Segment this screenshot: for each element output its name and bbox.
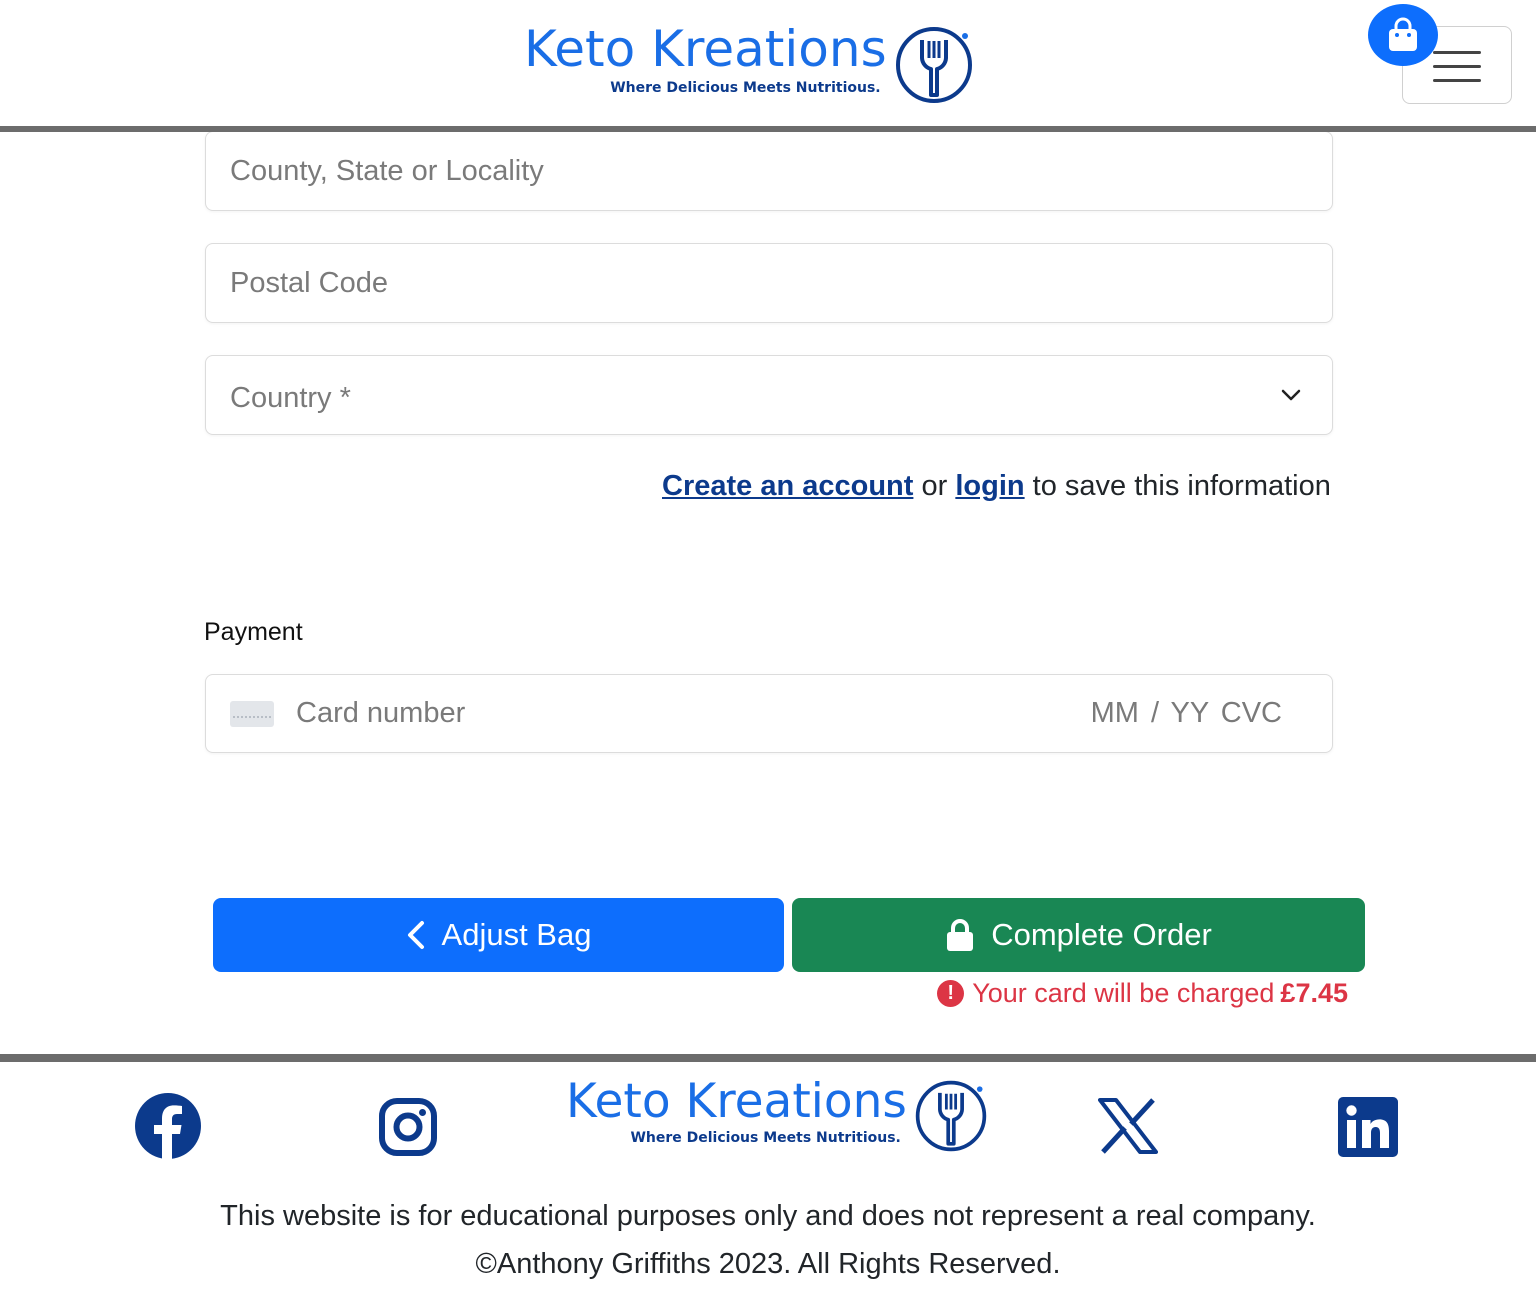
facebook-icon[interactable]: [134, 1092, 202, 1160]
chevron-down-icon: [1281, 389, 1301, 401]
chevron-left-icon: [407, 921, 424, 949]
lock-icon: [947, 919, 974, 951]
site-header: Keto Kreations Where Delicious Meets Nut…: [0, 0, 1536, 132]
menu-bar: [1433, 79, 1481, 82]
shopping-bag-button[interactable]: [1368, 4, 1438, 66]
postal-code-input[interactable]: [206, 244, 1332, 322]
logo-text: Keto Kreations Where Delicious Meets Nut…: [524, 20, 887, 96]
exclamation-circle-icon: !: [937, 980, 965, 1007]
logo-tagline: Where Delicious Meets Nutritious.: [610, 80, 881, 96]
postal-code-field[interactable]: [205, 243, 1333, 323]
footer-disclaimer: This website is for educational purposes…: [220, 1200, 1316, 1232]
account-prompt: Create an account or login to save this …: [662, 470, 1331, 503]
charge-text: Your card will be charged: [972, 978, 1275, 1008]
x-twitter-icon[interactable]: [1098, 1098, 1158, 1154]
credit-card-icon: [230, 701, 274, 727]
adjust-bag-button[interactable]: Adjust Bag: [213, 898, 784, 972]
create-account-link[interactable]: Create an account: [662, 470, 913, 502]
footer-logo-text: Keto Kreations Where Delicious Meets Nut…: [566, 1074, 907, 1146]
account-prompt-suffix: to save this information: [1032, 470, 1331, 502]
complete-order-button[interactable]: Complete Order: [792, 898, 1365, 972]
card-expiry-cvc-input[interactable]: MM / YY CVC: [1091, 697, 1282, 730]
footer-logo-title: Keto Kreations: [566, 1074, 907, 1129]
shopping-bag-icon: [1389, 17, 1417, 51]
instagram-icon[interactable]: [378, 1097, 438, 1157]
country-select-value: Country *: [230, 382, 351, 414]
charge-warning: ! Your card will be charged £7.45: [937, 978, 1348, 1009]
menu-bar: [1433, 51, 1481, 54]
country-select[interactable]: Country *: [205, 355, 1333, 435]
footer-copyright: ©Anthony Griffiths 2023. All Rights Rese…: [475, 1248, 1061, 1280]
card-number-input[interactable]: Card number: [296, 697, 465, 730]
logo-title: Keto Kreations: [524, 20, 887, 78]
adjust-bag-label: Adjust Bag: [441, 917, 592, 952]
linkedin-icon[interactable]: [1338, 1097, 1398, 1157]
fork-logo-icon: [915, 1080, 987, 1152]
fork-logo-icon: [895, 27, 972, 103]
card-element[interactable]: Card number MM / YY CVC: [205, 674, 1333, 753]
footer-logo-tagline: Where Delicious Meets Nutritious.: [630, 1130, 901, 1146]
header-logo[interactable]: Keto Kreations Where Delicious Meets Nut…: [524, 24, 975, 106]
county-input[interactable]: [206, 132, 1332, 210]
login-link[interactable]: login: [955, 470, 1024, 502]
county-field[interactable]: [205, 131, 1333, 211]
footer-logo[interactable]: Keto Kreations Where Delicious Meets Nut…: [566, 1078, 989, 1154]
complete-order-label: Complete Order: [991, 917, 1212, 952]
charge-amount: £7.45: [1280, 978, 1348, 1008]
payment-heading: Payment: [204, 618, 303, 646]
account-prompt-or: or: [921, 470, 948, 502]
menu-bar: [1433, 65, 1481, 68]
